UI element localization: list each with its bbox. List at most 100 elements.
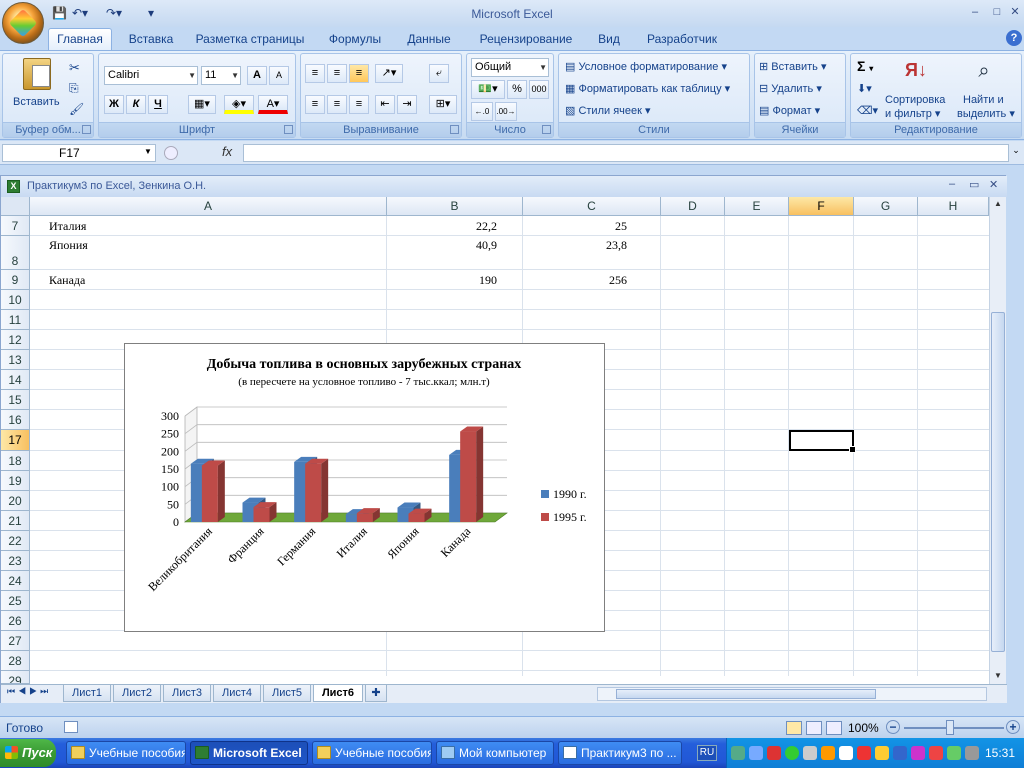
merge-icon[interactable]: ⊞▾: [429, 95, 457, 114]
increase-indent-icon[interactable]: ⇥: [397, 95, 417, 114]
minimize-icon[interactable]: –: [966, 4, 984, 20]
tray-alert-icon[interactable]: [929, 746, 943, 760]
row-header-11[interactable]: 11: [1, 310, 30, 330]
column-header-a[interactable]: A: [30, 197, 387, 216]
zoom-slider-thumb[interactable]: [946, 720, 954, 735]
row-header-24[interactable]: 24: [1, 571, 30, 591]
taskbar-item-excel[interactable]: Microsoft Excel: [190, 741, 308, 765]
close-icon[interactable]: ✕: [1006, 4, 1024, 20]
find-select-line1[interactable]: Найти и: [963, 94, 1004, 106]
sheet-tab-5[interactable]: Лист5: [263, 685, 311, 702]
normal-view-icon[interactable]: [786, 721, 802, 735]
delete-cells-button[interactable]: ⊟ Удалить ▾: [759, 82, 822, 95]
taskbar-item-folder1[interactable]: Учебные пособия: [66, 741, 186, 765]
row-header-18[interactable]: 18: [1, 451, 30, 471]
macro-record-icon[interactable]: [64, 721, 78, 733]
row-header-17[interactable]: 17: [1, 430, 30, 451]
row-header-8[interactable]: 8: [1, 236, 30, 270]
increase-decimal-icon[interactable]: ←.0: [471, 102, 493, 121]
number-format-select[interactable]: Общий ▼: [471, 58, 549, 77]
tray-usb-icon[interactable]: [965, 746, 979, 760]
tab-insert[interactable]: Вставка: [118, 29, 184, 50]
chart-object[interactable]: Добыча топлива в основных зарубежных стр…: [124, 343, 605, 632]
cell-b7[interactable]: 22,2: [391, 219, 497, 234]
conditional-formatting-button[interactable]: ▤ Условное форматирование ▾: [565, 60, 727, 73]
font-launcher-icon[interactable]: [284, 125, 293, 134]
autosum-button[interactable]: Σ ▾: [857, 58, 873, 74]
formula-bar-resize-icon[interactable]: [164, 146, 178, 160]
active-cell-f17[interactable]: [789, 430, 856, 453]
row-header-7[interactable]: 7: [1, 216, 30, 236]
cell-a9[interactable]: Канада: [49, 273, 85, 288]
align-left-icon[interactable]: ≡: [305, 95, 325, 114]
row-header-19[interactable]: 19: [1, 471, 30, 491]
format-painter-icon[interactable]: 🖌: [69, 102, 84, 116]
align-middle-icon[interactable]: ≡: [327, 64, 347, 83]
tray-network-icon[interactable]: [731, 746, 745, 760]
sort-filter-line2[interactable]: и фильтр ▾: [885, 107, 940, 120]
scroll-down-icon[interactable]: ▼: [991, 671, 1005, 685]
italic-button[interactable]: К: [126, 95, 146, 114]
insert-function-button[interactable]: fx: [222, 144, 232, 159]
sheet-tab-4[interactable]: Лист4: [213, 685, 261, 702]
column-header-c[interactable]: C: [523, 197, 661, 216]
horizontal-scroll-thumb[interactable]: [616, 689, 876, 699]
fill-color-icon[interactable]: ◈▾: [224, 95, 254, 114]
cell-styles-button[interactable]: ▧ Стили ячеек ▾: [565, 104, 651, 117]
format-cells-button[interactable]: ▤ Формат ▾: [759, 104, 820, 117]
page-layout-view-icon[interactable]: [806, 721, 822, 735]
tray-battery-icon[interactable]: [875, 746, 889, 760]
column-header-h[interactable]: H: [918, 197, 989, 216]
find-select-line2[interactable]: выделить ▾: [957, 107, 1015, 120]
cell-b9[interactable]: 190: [391, 273, 497, 288]
row-header-10[interactable]: 10: [1, 290, 30, 310]
tab-home[interactable]: Главная: [48, 28, 112, 51]
sheet-nav-icons[interactable]: ⏮◀▶⏭: [7, 686, 51, 697]
cell-b8[interactable]: 40,9: [391, 238, 497, 253]
column-header-g[interactable]: G: [854, 197, 918, 216]
decrease-indent-icon[interactable]: ⇤: [375, 95, 395, 114]
align-top-icon[interactable]: ≡: [305, 64, 325, 83]
tray-antivirus-icon[interactable]: [857, 746, 871, 760]
taskbar-item-my-computer[interactable]: Мой компьютер: [436, 741, 554, 765]
wb-restore-icon[interactable]: ▭: [969, 178, 979, 191]
maximize-icon[interactable]: □: [988, 4, 1006, 20]
align-center-icon[interactable]: ≡: [327, 95, 347, 114]
copy-icon[interactable]: ⎘: [69, 81, 79, 96]
zoom-in-icon[interactable]: +: [1006, 720, 1020, 734]
tray-sync-icon[interactable]: [947, 746, 961, 760]
select-all-corner[interactable]: [1, 197, 30, 216]
sheet-tab-1[interactable]: Лист1: [63, 685, 111, 702]
alignment-launcher-icon[interactable]: [450, 125, 459, 134]
row-header-22[interactable]: 22: [1, 531, 30, 551]
tray-shield-icon[interactable]: [767, 746, 781, 760]
row-header-13[interactable]: 13: [1, 350, 30, 370]
grow-font-button[interactable]: A: [247, 66, 267, 85]
row-header-14[interactable]: 14: [1, 370, 30, 390]
align-bottom-icon[interactable]: ≡: [349, 64, 369, 83]
cell-a8[interactable]: Япония: [49, 238, 88, 253]
sheet-tab-6[interactable]: Лист6: [313, 685, 363, 702]
vertical-scrollbar[interactable]: ▲ ▼: [989, 197, 1006, 687]
column-header-b[interactable]: B: [387, 197, 523, 216]
formula-input[interactable]: [243, 144, 1009, 162]
number-launcher-icon[interactable]: [542, 125, 551, 134]
expand-formula-bar-icon[interactable]: ⌄: [1010, 145, 1022, 161]
cell-c8[interactable]: 23,8: [527, 238, 627, 253]
paste-icon[interactable]: [23, 58, 51, 90]
sort-filter-icon[interactable]: Я↓: [901, 60, 931, 88]
decrease-decimal-icon[interactable]: .00→: [495, 102, 517, 121]
page-break-view-icon[interactable]: [826, 721, 842, 735]
row-header-27[interactable]: 27: [1, 631, 30, 651]
currency-icon[interactable]: 💵▾: [471, 80, 505, 99]
borders-icon[interactable]: ▦▾: [188, 95, 216, 114]
clear-icon[interactable]: ⌫▾: [857, 104, 878, 117]
row-header-28[interactable]: 28: [1, 651, 30, 671]
name-box-dropdown-icon[interactable]: ▼: [144, 147, 152, 156]
row-header-12[interactable]: 12: [1, 330, 30, 350]
vertical-scroll-thumb[interactable]: [991, 312, 1005, 652]
tray-display-icon[interactable]: [749, 746, 763, 760]
tab-review[interactable]: Рецензирование: [474, 29, 578, 50]
insert-cells-button[interactable]: ⊞ Вставить ▾: [759, 60, 827, 73]
tray-update-icon[interactable]: [821, 746, 835, 760]
